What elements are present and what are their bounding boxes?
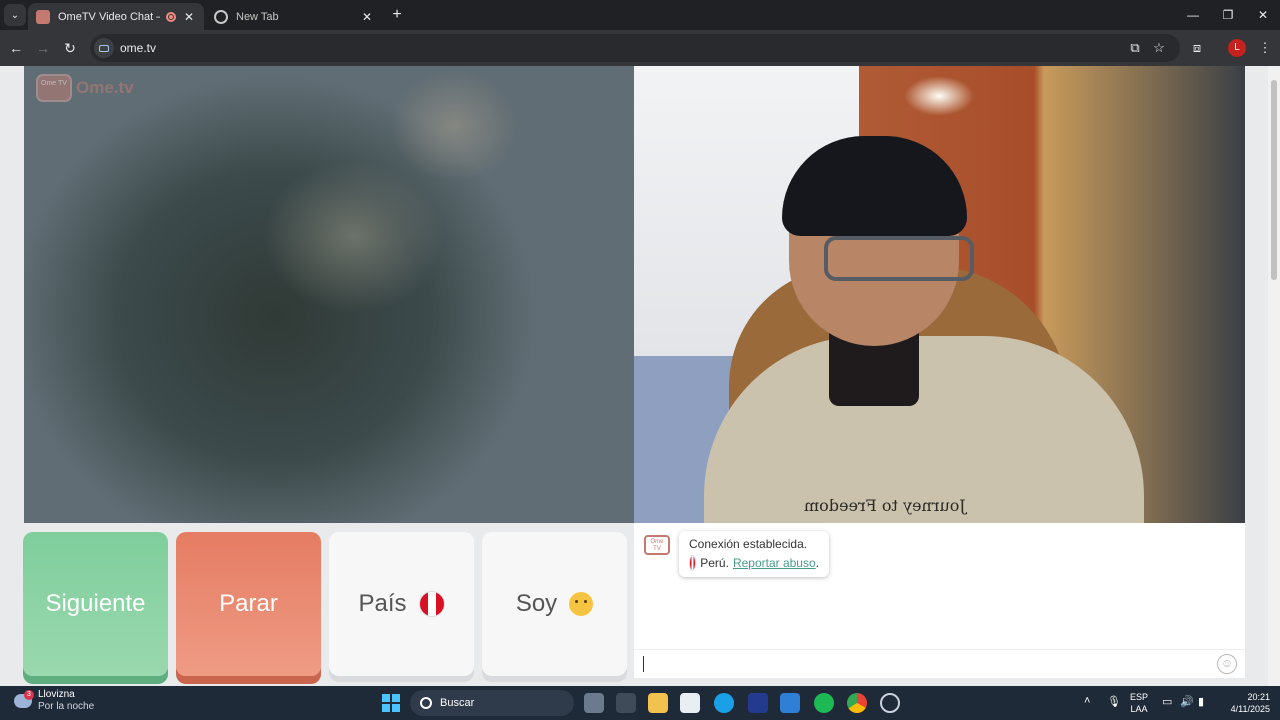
malwarebytes-icon[interactable] [748,693,768,713]
weather-title: Llovizna [38,689,75,700]
search-placeholder: Buscar [440,697,475,709]
forward-button[interactable]: → [33,38,53,58]
tab-new-tab[interactable]: New Tab ✕ [206,3,382,30]
next-button-label: Siguiente [45,590,146,617]
taskbar-search[interactable]: Buscar [410,690,574,716]
chrome-favicon-icon [214,9,228,24]
minimize-button[interactable]: — [1176,0,1210,30]
app-icon[interactable] [880,693,900,713]
app-icon[interactable] [616,693,636,713]
ometv-logo-text: Ome.tv [76,78,134,97]
partner-country: Perú. [700,556,729,570]
spotify-icon[interactable] [814,693,834,713]
weather-widget[interactable]: 3 Llovizna Por la noche [14,689,94,713]
text-cursor [643,656,644,672]
show-hidden-icons-icon[interactable]: ˄ [1084,695,1090,707]
self-camera-video: Journey to Freedom [634,66,1245,523]
browser-toolbar: ← → ↻ ome.tv ⧉ ☆ ⧈ L ⋮ [0,30,1280,66]
report-abuse-link[interactable]: Reportar abuso [733,556,816,570]
tab-search-button[interactable]: ⌄ [4,4,26,26]
reload-button[interactable]: ↻ [60,38,80,58]
battery-icon[interactable]: ▮ [1198,695,1204,708]
edge-icon[interactable] [714,693,734,713]
volume-icon[interactable]: 🔊 [1180,695,1194,708]
windows-taskbar: 3 Llovizna Por la noche Buscar ˄ 🎙 ESP L… [0,686,1280,720]
chat-input[interactable]: ☺ [634,649,1245,678]
tab-title: OmeTV Video Chat — Ome [58,10,160,23]
app-icon[interactable] [780,693,800,713]
stop-button[interactable]: Parar [176,532,321,676]
ometv-page: Ome TV Ome.tv Journey to Freedom Siguien… [0,66,1280,686]
peru-flag-icon [418,591,445,617]
clock-time: 20:21 [1247,692,1270,702]
weather-subtitle: Por la noche [38,701,95,712]
file-explorer-icon[interactable] [648,693,668,713]
ometv-logo: Ome TV Ome.tv [36,74,134,102]
chat-panel: Ome TV Conexión establecida. Perú. Repor… [634,523,1245,678]
bookmark-star-icon[interactable]: ☆ [1150,39,1168,57]
back-button[interactable]: ← [6,38,26,58]
gender-button[interactable]: Soy [482,532,627,676]
remote-video: Ome TV Ome.tv [24,66,634,523]
close-window-button[interactable]: ✕ [1246,0,1280,30]
tab-strip: ⌄ OmeTV Video Chat — Ome ✕ New Tab ✕ + —… [0,0,1280,30]
system-message: Conexión establecida. Perú. Reportar abu… [679,531,829,577]
ometv-chat-logo-icon: Ome TV [644,535,670,555]
face-emoji-icon [569,592,594,616]
peru-flag-icon [689,555,697,571]
maximize-button[interactable]: ❐ [1211,0,1245,30]
recording-indicator-icon [166,11,176,22]
weather-badge: 3 [24,690,34,700]
connection-status: Conexión establecida. [689,537,808,551]
task-view-icon[interactable] [584,693,604,713]
page-scrollbar[interactable] [1268,66,1280,686]
country-button[interactable]: País [329,532,474,676]
tab-ometv[interactable]: OmeTV Video Chat — Ome ✕ [28,3,204,30]
network-icon[interactable]: ▭ [1162,695,1172,708]
menu-icon[interactable]: ⋮ [1256,39,1274,57]
close-tab-icon[interactable]: ✕ [182,10,196,24]
cast-icon[interactable]: ⧉ [1126,39,1144,57]
gender-button-label: Soy [515,590,558,617]
language-indicator[interactable]: ESP LAA [1130,691,1148,715]
shirt-print: Journey to Freedom [804,496,966,515]
report-suffix: . [815,556,819,570]
address-bar[interactable]: ome.tv [90,34,1180,62]
url-text: ome.tv [120,41,157,55]
emoji-icon[interactable]: ☺ [1217,654,1237,674]
site-info-icon[interactable] [94,38,114,58]
country-button-label: País [358,590,407,617]
close-tab-icon[interactable]: ✕ [360,10,374,24]
ometv-logo-tv-icon: Ome TV [36,74,72,102]
search-icon [420,697,432,709]
next-button[interactable]: Siguiente [23,532,168,676]
rain-cloud-icon: 3 [14,690,34,708]
clock-date: 4/11/2025 [1230,704,1270,714]
ometv-favicon-icon [36,9,50,24]
extensions-icon[interactable]: ⧈ [1188,39,1206,57]
microphone-icon[interactable]: 🎙 [1107,695,1121,708]
profile-avatar[interactable]: L [1228,39,1246,57]
new-tab-button[interactable]: + [388,6,406,24]
store-icon[interactable] [680,693,700,713]
chrome-icon[interactable] [847,693,867,713]
tab-title: New Tab [236,10,279,23]
system-clock[interactable]: 20:21 4/11/2025 [1220,691,1270,715]
start-button[interactable] [382,694,400,712]
stop-button-label: Parar [219,590,278,617]
